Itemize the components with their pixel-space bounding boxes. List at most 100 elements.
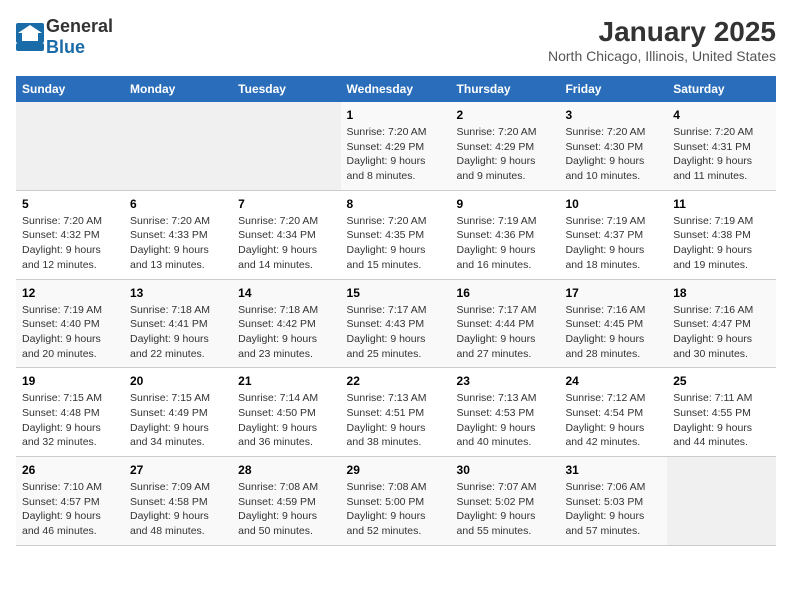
day-info: Sunrise: 7:13 AM Sunset: 4:51 PM Dayligh… [347, 391, 445, 450]
day-info: Sunrise: 7:16 AM Sunset: 4:47 PM Dayligh… [673, 303, 770, 362]
column-header-thursday: Thursday [451, 76, 560, 102]
day-info: Sunrise: 7:13 AM Sunset: 4:53 PM Dayligh… [457, 391, 554, 450]
page-header: General Blue January 2025 North Chicago,… [16, 16, 776, 64]
day-number: 25 [673, 374, 770, 388]
week-row-5: 26Sunrise: 7:10 AM Sunset: 4:57 PM Dayli… [16, 457, 776, 546]
day-info: Sunrise: 7:20 AM Sunset: 4:30 PM Dayligh… [565, 125, 661, 184]
day-cell [16, 102, 124, 190]
day-number: 26 [22, 463, 118, 477]
day-number: 3 [565, 108, 661, 122]
day-info: Sunrise: 7:15 AM Sunset: 4:49 PM Dayligh… [130, 391, 226, 450]
day-number: 6 [130, 197, 226, 211]
day-cell: 17 Sunrise: 7:16 AM Sunset: 4:45 PM Dayli… [559, 279, 667, 368]
day-cell: 19Sunrise: 7:15 AM Sunset: 4:48 PM Dayli… [16, 368, 124, 457]
day-info: Sunrise: 7:20 AM Sunset: 4:29 PM Dayligh… [347, 125, 445, 184]
day-number: 31 [565, 463, 661, 477]
column-header-monday: Monday [124, 76, 232, 102]
header-row: SundayMondayTuesdayWednesdayThursdayFrid… [16, 76, 776, 102]
day-number: 18 [673, 286, 770, 300]
logo: General Blue [16, 16, 113, 58]
column-header-sunday: Sunday [16, 76, 124, 102]
day-info: Sunrise: 7:20 AM Sunset: 4:34 PM Dayligh… [238, 214, 334, 273]
day-info: Sunrise: 7:18 AM Sunset: 4:41 PM Dayligh… [130, 303, 226, 362]
day-info: Sunrise: 7:08 AM Sunset: 4:59 PM Dayligh… [238, 480, 334, 539]
day-info: Sunrise: 7:09 AM Sunset: 4:58 PM Dayligh… [130, 480, 226, 539]
day-cell: 30 Sunrise: 7:07 AM Sunset: 5:02 PM Dayli… [451, 457, 560, 546]
column-header-friday: Friday [559, 76, 667, 102]
day-info: Sunrise: 7:20 AM Sunset: 4:32 PM Dayligh… [22, 214, 118, 273]
day-cell: 9Sunrise: 7:19 AM Sunset: 4:36 PM Daylig… [451, 190, 560, 279]
day-number: 5 [22, 197, 118, 211]
page-title: January 2025 [548, 16, 776, 48]
day-info: Sunrise: 7:17 AM Sunset: 4:44 PM Dayligh… [457, 303, 554, 362]
day-cell: 3 Sunrise: 7:20 AM Sunset: 4:30 PM Daylig… [559, 102, 667, 190]
day-number: 24 [565, 374, 661, 388]
day-cell: 18 Sunrise: 7:16 AM Sunset: 4:47 PM Dayli… [667, 279, 776, 368]
day-cell: 12Sunrise: 7:19 AM Sunset: 4:40 PM Dayli… [16, 279, 124, 368]
logo-general: General [46, 16, 113, 36]
day-cell: 16 Sunrise: 7:17 AM Sunset: 4:44 PM Dayli… [451, 279, 560, 368]
day-cell: 31 Sunrise: 7:06 AM Sunset: 5:03 PM Dayli… [559, 457, 667, 546]
column-header-wednesday: Wednesday [341, 76, 451, 102]
day-number: 13 [130, 286, 226, 300]
day-info: Sunrise: 7:19 AM Sunset: 4:38 PM Dayligh… [673, 214, 770, 273]
day-info: Sunrise: 7:20 AM Sunset: 4:33 PM Dayligh… [130, 214, 226, 273]
day-number: 27 [130, 463, 226, 477]
column-header-saturday: Saturday [667, 76, 776, 102]
day-info: Sunrise: 7:07 AM Sunset: 5:02 PM Dayligh… [457, 480, 554, 539]
day-number: 30 [457, 463, 554, 477]
title-block: January 2025 North Chicago, Illinois, Un… [548, 16, 776, 64]
day-cell: 6 Sunrise: 7:20 AM Sunset: 4:33 PM Daylig… [124, 190, 232, 279]
day-number: 7 [238, 197, 334, 211]
page-subtitle: North Chicago, Illinois, United States [548, 48, 776, 64]
day-number: 1 [347, 108, 445, 122]
logo-blue: Blue [46, 37, 85, 57]
day-info: Sunrise: 7:19 AM Sunset: 4:37 PM Dayligh… [565, 214, 661, 273]
day-number: 16 [457, 286, 554, 300]
day-cell: 13 Sunrise: 7:18 AM Sunset: 4:41 PM Dayli… [124, 279, 232, 368]
day-cell: 22 Sunrise: 7:13 AM Sunset: 4:51 PM Dayli… [341, 368, 451, 457]
day-cell: 4Sunrise: 7:20 AM Sunset: 4:31 PM Daylig… [667, 102, 776, 190]
day-cell: 28 Sunrise: 7:08 AM Sunset: 4:59 PM Dayli… [232, 457, 340, 546]
week-row-1: 1 Sunrise: 7:20 AM Sunset: 4:29 PM Daylig… [16, 102, 776, 190]
day-cell: 10Sunrise: 7:19 AM Sunset: 4:37 PM Dayli… [559, 190, 667, 279]
day-cell: 15Sunrise: 7:17 AM Sunset: 4:43 PM Dayli… [341, 279, 451, 368]
day-cell [667, 457, 776, 546]
day-info: Sunrise: 7:20 AM Sunset: 4:35 PM Dayligh… [347, 214, 445, 273]
day-cell: 1 Sunrise: 7:20 AM Sunset: 4:29 PM Daylig… [341, 102, 451, 190]
week-row-3: 12Sunrise: 7:19 AM Sunset: 4:40 PM Dayli… [16, 279, 776, 368]
day-cell: 14 Sunrise: 7:18 AM Sunset: 4:42 PM Dayli… [232, 279, 340, 368]
day-cell: 21Sunrise: 7:14 AM Sunset: 4:50 PM Dayli… [232, 368, 340, 457]
day-number: 20 [130, 374, 226, 388]
day-info: Sunrise: 7:15 AM Sunset: 4:48 PM Dayligh… [22, 391, 118, 450]
day-cell: 5 Sunrise: 7:20 AM Sunset: 4:32 PM Daylig… [16, 190, 124, 279]
day-cell: 25Sunrise: 7:11 AM Sunset: 4:55 PM Dayli… [667, 368, 776, 457]
day-info: Sunrise: 7:16 AM Sunset: 4:45 PM Dayligh… [565, 303, 661, 362]
day-number: 28 [238, 463, 334, 477]
day-info: Sunrise: 7:12 AM Sunset: 4:54 PM Dayligh… [565, 391, 661, 450]
day-number: 17 [565, 286, 661, 300]
day-cell: 27 Sunrise: 7:09 AM Sunset: 4:58 PM Dayli… [124, 457, 232, 546]
day-cell [124, 102, 232, 190]
day-cell: 26Sunrise: 7:10 AM Sunset: 4:57 PM Dayli… [16, 457, 124, 546]
column-header-tuesday: Tuesday [232, 76, 340, 102]
day-info: Sunrise: 7:18 AM Sunset: 4:42 PM Dayligh… [238, 303, 334, 362]
day-cell: 11Sunrise: 7:19 AM Sunset: 4:38 PM Dayli… [667, 190, 776, 279]
day-info: Sunrise: 7:06 AM Sunset: 5:03 PM Dayligh… [565, 480, 661, 539]
day-number: 29 [347, 463, 445, 477]
day-cell: 23Sunrise: 7:13 AM Sunset: 4:53 PM Dayli… [451, 368, 560, 457]
day-number: 8 [347, 197, 445, 211]
day-number: 15 [347, 286, 445, 300]
day-number: 22 [347, 374, 445, 388]
day-cell: 8 Sunrise: 7:20 AM Sunset: 4:35 PM Daylig… [341, 190, 451, 279]
logo-icon [16, 23, 44, 51]
day-number: 14 [238, 286, 334, 300]
day-cell: 29Sunrise: 7:08 AM Sunset: 5:00 PM Dayli… [341, 457, 451, 546]
day-number: 4 [673, 108, 770, 122]
day-cell: 20 Sunrise: 7:15 AM Sunset: 4:49 PM Dayli… [124, 368, 232, 457]
day-cell: 24 Sunrise: 7:12 AM Sunset: 4:54 PM Dayli… [559, 368, 667, 457]
calendar-table: SundayMondayTuesdayWednesdayThursdayFrid… [16, 76, 776, 546]
day-number: 12 [22, 286, 118, 300]
day-info: Sunrise: 7:14 AM Sunset: 4:50 PM Dayligh… [238, 391, 334, 450]
week-row-2: 5 Sunrise: 7:20 AM Sunset: 4:32 PM Daylig… [16, 190, 776, 279]
